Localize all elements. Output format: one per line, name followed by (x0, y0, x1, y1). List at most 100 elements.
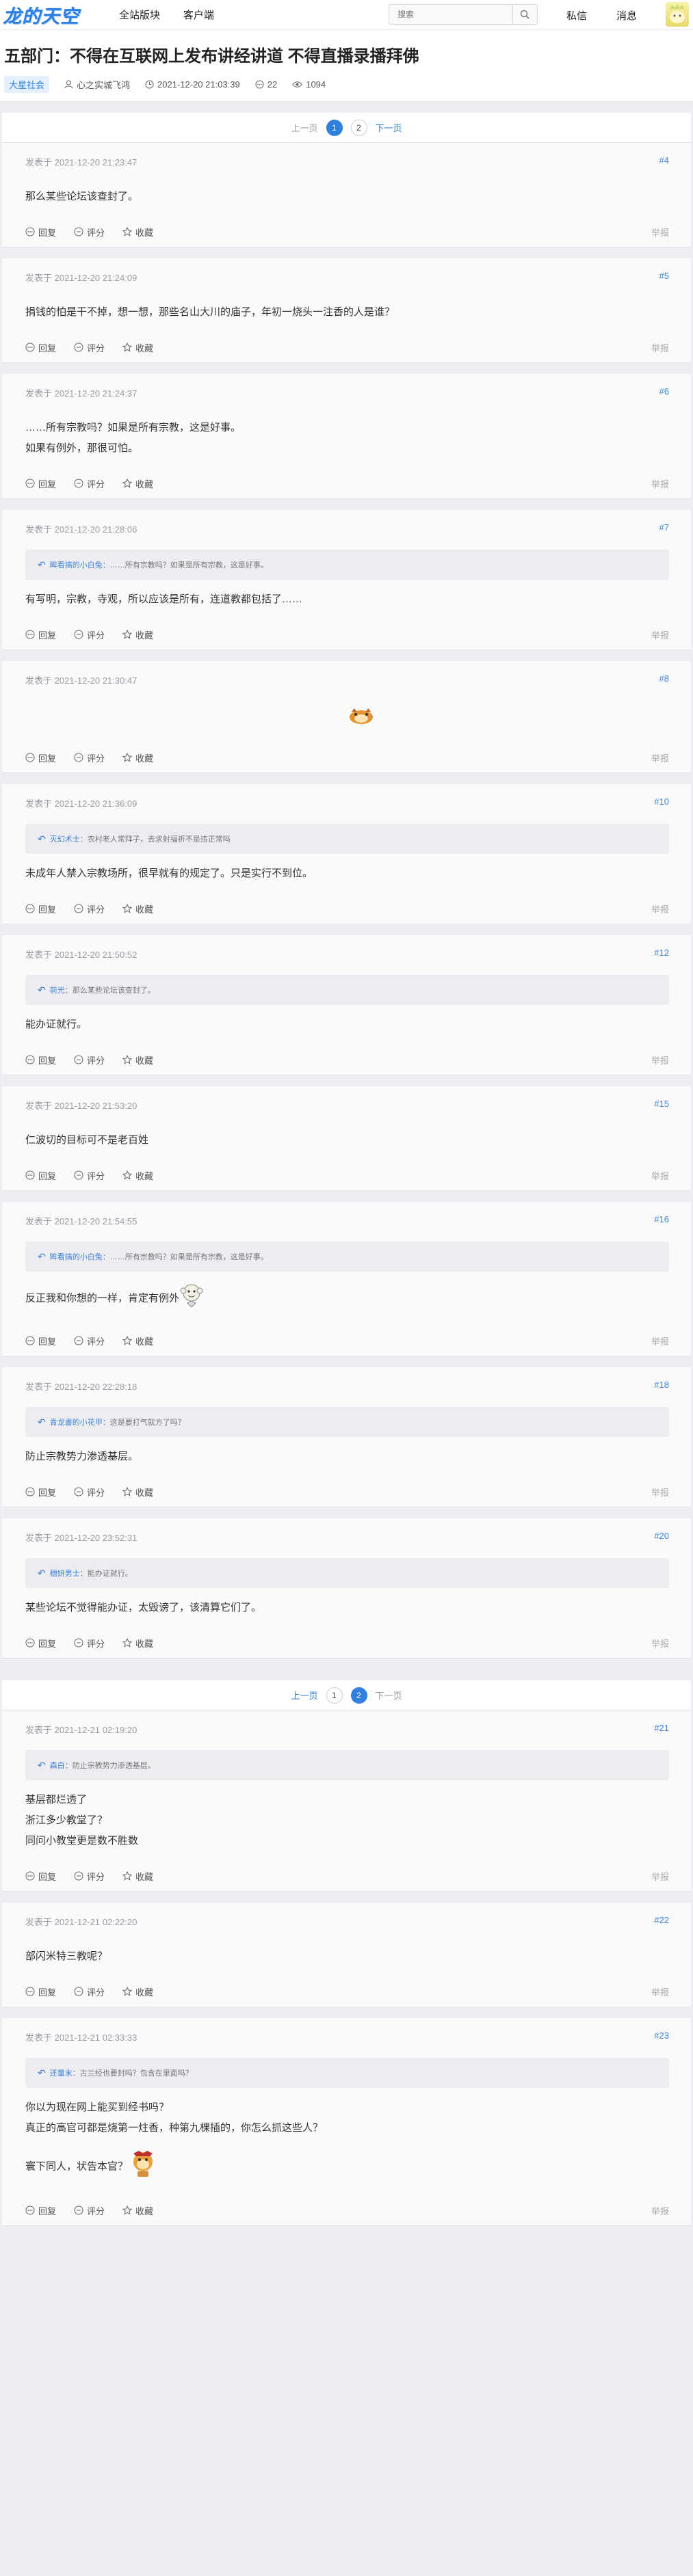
nav-all-boards[interactable]: 全站版块 (119, 10, 160, 21)
quote-author[interactable]: 眸看搞的小白兔 (50, 559, 103, 570)
category-badge[interactable]: 大星社会 (4, 76, 50, 93)
rate-button[interactable]: 评分 (74, 1637, 105, 1650)
floor-number[interactable]: #6 (659, 386, 669, 399)
reply-button[interactable]: 回复 (25, 226, 56, 239)
floor-number[interactable]: #8 (659, 673, 669, 686)
rate-button[interactable]: 评分 (74, 341, 105, 354)
site-logo[interactable]: 龙的天空 (3, 1, 99, 28)
author-item[interactable]: 心之实城飞鸿 (64, 78, 130, 91)
floor-number[interactable]: #23 (654, 2030, 669, 2043)
favorite-button[interactable]: 收藏 (122, 477, 153, 490)
pager-page-2[interactable]: 2 (350, 119, 367, 136)
favorite-button[interactable]: 收藏 (122, 1985, 153, 1998)
floor-number[interactable]: #22 (654, 1915, 669, 1927)
reply-button[interactable]: 回复 (25, 1334, 56, 1347)
floor-number[interactable]: #5 (659, 271, 669, 283)
reply-button[interactable]: 回复 (25, 477, 56, 490)
floor-number[interactable]: #20 (654, 1531, 669, 1543)
favorite-button[interactable]: 收藏 (122, 1054, 153, 1066)
notifications-link[interactable]: 消息 (616, 8, 637, 23)
reply-button[interactable]: 回复 (25, 2204, 56, 2217)
reply-button[interactable]: 回复 (25, 1169, 56, 1182)
rate-button[interactable]: 评分 (74, 1985, 105, 1998)
report-button[interactable]: 举报 (651, 1169, 669, 1182)
post-header: 发表于 2021-12-20 23:52:31 #20 (25, 1531, 669, 1543)
report-button[interactable]: 举报 (651, 226, 669, 239)
report-button[interactable]: 举报 (651, 751, 669, 764)
floor-number[interactable]: #12 (654, 948, 669, 960)
favorite-button[interactable]: 收藏 (122, 1169, 153, 1182)
pager-prev[interactable]: 上一页 (291, 121, 317, 134)
rate-button[interactable]: 评分 (74, 226, 105, 239)
reply-button[interactable]: 回复 (25, 1870, 56, 1883)
rate-button[interactable]: 评分 (74, 2204, 105, 2217)
quote-author[interactable]: 穗妍男士 (50, 1568, 80, 1579)
favorite-button[interactable]: 收藏 (122, 341, 153, 354)
favorite-button[interactable]: 收藏 (122, 1637, 153, 1650)
messages-link[interactable]: 私信 (566, 8, 587, 23)
report-button[interactable]: 举报 (651, 1870, 669, 1883)
rate-button[interactable]: 评分 (74, 628, 105, 641)
floor-number[interactable]: #15 (654, 1099, 669, 1111)
report-button[interactable]: 举报 (651, 1334, 669, 1347)
report-button[interactable]: 举报 (651, 2204, 669, 2217)
floor-number[interactable]: #10 (654, 796, 669, 809)
rate-button[interactable]: 评分 (74, 477, 105, 490)
search-input[interactable] (389, 5, 512, 24)
rate-button[interactable]: 评分 (74, 1334, 105, 1347)
reply-button[interactable]: 回复 (25, 341, 56, 354)
reply-icon (25, 1336, 35, 1345)
report-button[interactable]: 举报 (651, 1985, 669, 1998)
favorite-button[interactable]: 收藏 (122, 1486, 153, 1499)
report-button[interactable]: 举报 (651, 341, 669, 354)
user-avatar[interactable] (666, 2, 689, 27)
reply-button[interactable]: 回复 (25, 902, 56, 915)
reply-button[interactable]: 回复 (25, 1985, 56, 1998)
quote-author[interactable]: 前光 (50, 984, 65, 995)
pager-page-2[interactable]: 2 (350, 1687, 367, 1704)
quote-author[interactable]: 森白 (50, 1760, 65, 1771)
rate-button[interactable]: 评分 (74, 1486, 105, 1499)
floor-number[interactable]: #4 (659, 155, 669, 167)
rate-button[interactable]: 评分 (74, 902, 105, 915)
quote-author[interactable]: 还量末 (50, 2067, 73, 2078)
quote-author[interactable]: 灭幻术士 (50, 833, 80, 844)
report-button[interactable]: 举报 (651, 1054, 669, 1066)
rate-button[interactable]: 评分 (74, 1169, 105, 1182)
favorite-button[interactable]: 收藏 (122, 1870, 153, 1883)
floor-number[interactable]: #21 (654, 1723, 669, 1735)
rate-button[interactable]: 评分 (74, 1054, 105, 1066)
search-button[interactable] (512, 5, 536, 24)
favorite-button[interactable]: 收藏 (122, 2204, 153, 2217)
favorite-button[interactable]: 收藏 (122, 751, 153, 764)
favorite-button[interactable]: 收藏 (122, 226, 153, 239)
favorite-button[interactable]: 收藏 (122, 902, 153, 915)
pager-page-1[interactable]: 1 (326, 1687, 343, 1704)
report-button[interactable]: 举报 (651, 477, 669, 490)
pager-next[interactable]: 下一页 (376, 1689, 402, 1702)
reply-button[interactable]: 回复 (25, 1054, 56, 1066)
post-line: 仁波切的目标可不是老百姓 (25, 1134, 149, 1146)
floor-number[interactable]: #18 (654, 1380, 669, 1392)
pager-prev[interactable]: 上一页 (291, 1689, 317, 1702)
report-button[interactable]: 举报 (651, 1637, 669, 1650)
floor-number[interactable]: #16 (654, 1214, 669, 1226)
favorite-button[interactable]: 收藏 (122, 628, 153, 641)
favorite-button[interactable]: 收藏 (122, 1334, 153, 1347)
floor-number[interactable]: #7 (659, 522, 669, 535)
reply-button[interactable]: 回复 (25, 1637, 56, 1650)
reply-button[interactable]: 回复 (25, 1486, 56, 1499)
pager-page-1[interactable]: 1 (326, 119, 343, 136)
quote-author[interactable]: 眸看搞的小白兔 (50, 1251, 103, 1262)
star-icon (122, 1336, 133, 1345)
nav-client[interactable]: 客户端 (183, 10, 214, 21)
quote-author[interactable]: 青龙書的小花甲 (50, 1417, 103, 1427)
report-button[interactable]: 举报 (651, 1486, 669, 1499)
report-button[interactable]: 举报 (651, 628, 669, 641)
rate-button[interactable]: 评分 (74, 751, 105, 764)
rate-button[interactable]: 评分 (74, 1870, 105, 1883)
reply-button[interactable]: 回复 (25, 628, 56, 641)
reply-button[interactable]: 回复 (25, 751, 56, 764)
pager-next[interactable]: 下一页 (376, 121, 402, 134)
report-button[interactable]: 举报 (651, 902, 669, 915)
